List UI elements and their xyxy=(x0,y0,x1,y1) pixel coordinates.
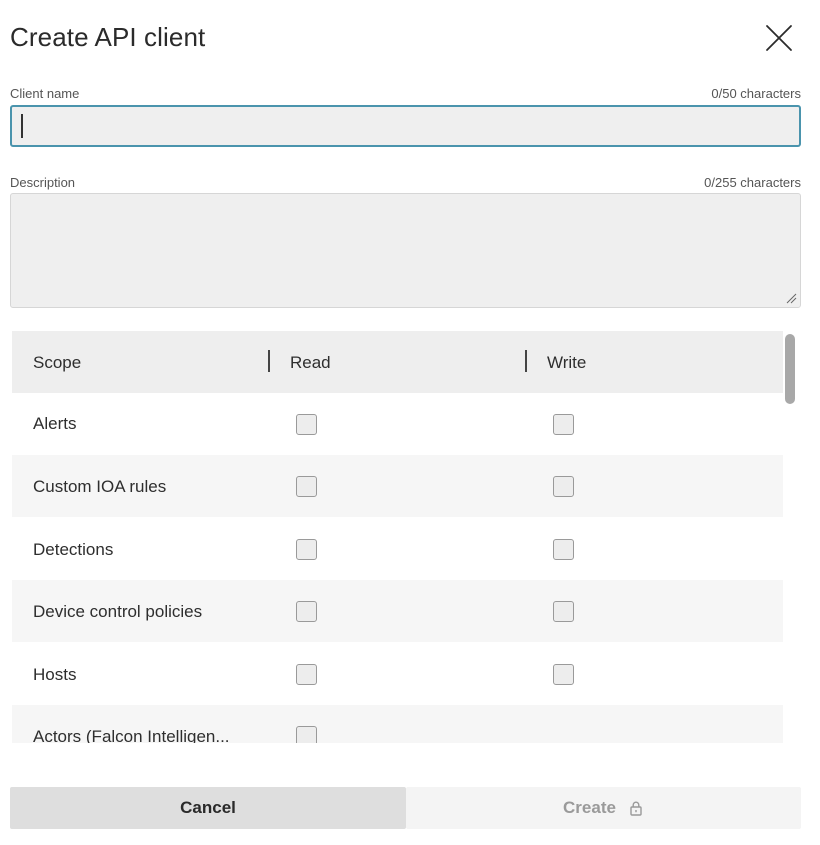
scope-label: Detections xyxy=(33,540,114,559)
create-button[interactable]: Create xyxy=(406,787,801,829)
read-checkbox[interactable] xyxy=(296,601,317,622)
read-checkbox[interactable] xyxy=(296,476,317,497)
client-name-label: Client name xyxy=(10,86,80,101)
description-label: Description xyxy=(10,175,76,190)
text-caret xyxy=(21,114,23,138)
table-row: Custom IOA rules xyxy=(12,455,783,517)
read-checkbox[interactable] xyxy=(296,664,317,685)
column-divider xyxy=(525,350,527,372)
scope-label: Device control policies xyxy=(33,602,203,621)
table-scrollbar[interactable] xyxy=(785,334,795,404)
table-header: Scope Read Write xyxy=(12,331,783,393)
close-icon xyxy=(766,25,792,51)
read-checkbox[interactable] xyxy=(296,414,317,435)
header-write: Write xyxy=(547,353,587,372)
description-textarea[interactable] xyxy=(10,193,801,308)
write-checkbox[interactable] xyxy=(553,476,574,497)
write-checkbox[interactable] xyxy=(553,601,574,622)
table-row: Alerts xyxy=(12,393,783,455)
table-row: Actors (Falcon Intelligen... xyxy=(12,705,783,743)
dialog-title: Create API client xyxy=(10,22,206,52)
create-api-client-dialog: Create API client Client name 0/50 chara… xyxy=(0,0,820,845)
header-read: Read xyxy=(290,353,331,372)
scope-label: Hosts xyxy=(33,665,77,684)
cancel-label: Cancel xyxy=(180,798,236,817)
read-checkbox[interactable] xyxy=(296,539,317,560)
close-button[interactable] xyxy=(762,22,796,56)
lock-icon xyxy=(630,801,642,816)
header-scope: Scope xyxy=(33,353,82,372)
write-checkbox[interactable] xyxy=(553,414,574,435)
table-row: Device control policies xyxy=(12,580,783,642)
write-checkbox[interactable] xyxy=(553,664,574,685)
table-row: Hosts xyxy=(12,643,783,705)
scope-label: Custom IOA rules xyxy=(33,477,167,496)
client-name-counter: 0/50 characters xyxy=(711,86,801,101)
scope-label: Alerts xyxy=(33,414,77,433)
client-name-input[interactable] xyxy=(10,105,801,147)
scopes-table: Scope Read Write Alerts Custom IOA rules… xyxy=(12,331,783,743)
cancel-button[interactable]: Cancel xyxy=(10,787,406,829)
read-checkbox[interactable] xyxy=(296,726,317,743)
description-counter: 0/255 characters xyxy=(704,175,801,190)
scope-label: Actors (Falcon Intelligen... xyxy=(33,727,230,743)
resize-handle-icon[interactable] xyxy=(785,292,797,304)
column-divider xyxy=(268,350,270,372)
create-label: Create xyxy=(563,798,616,817)
write-checkbox[interactable] xyxy=(553,539,574,560)
table-row: Detections xyxy=(12,518,783,580)
